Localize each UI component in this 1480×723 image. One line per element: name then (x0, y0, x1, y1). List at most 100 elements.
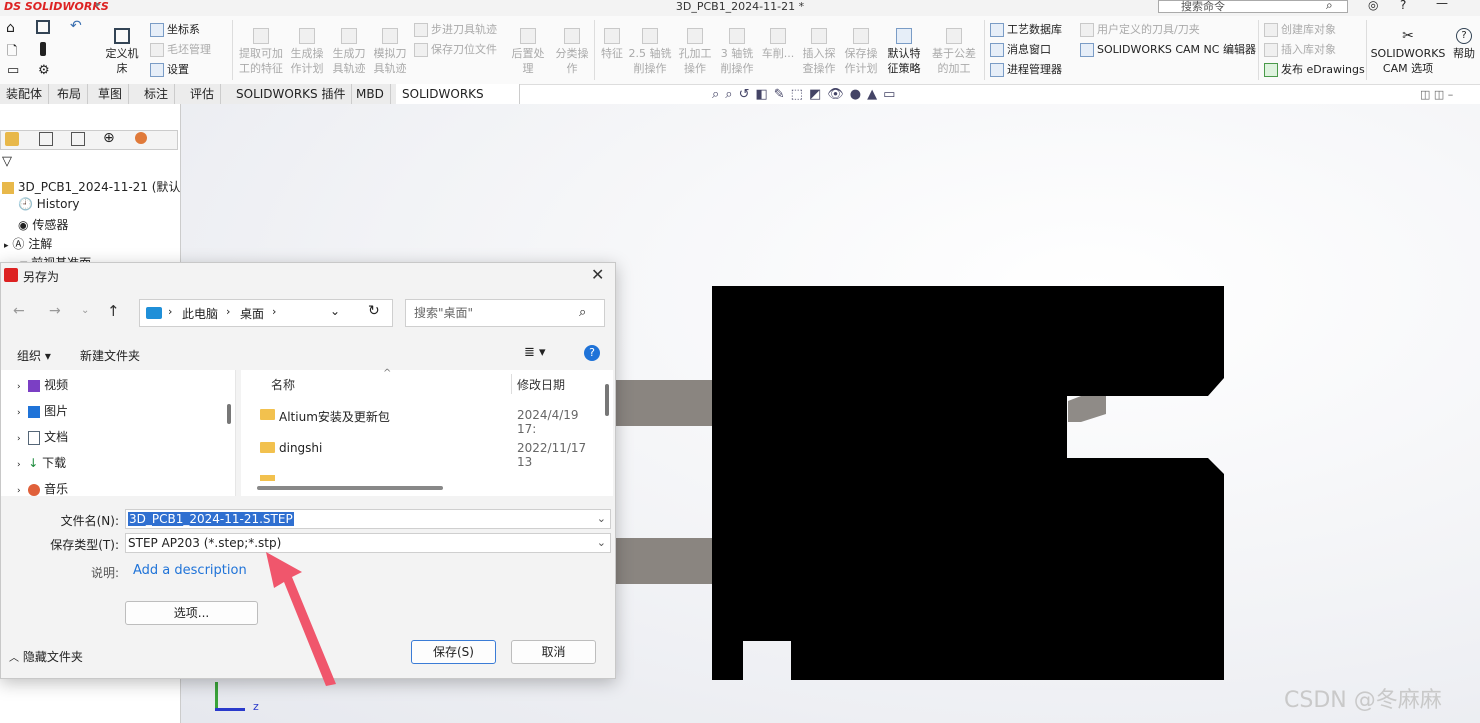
help-icon[interactable]: ? (584, 345, 600, 361)
tree-item-sensors[interactable]: ◉ 传感器 (18, 216, 68, 233)
filetype-dropdown-icon[interactable]: ⌄ (597, 534, 606, 552)
horizontal-scrollbar[interactable] (257, 486, 443, 490)
breadcrumb-this-pc[interactable]: 此电脑 (182, 305, 218, 322)
stock-manager-button[interactable]: 毛坯管理 (150, 42, 211, 57)
tab-evaluate[interactable]: 评估 (184, 84, 222, 104)
select-icon[interactable]: ▭ (7, 63, 19, 78)
add-description-link[interactable]: Add a description (133, 563, 247, 578)
options-button[interactable]: 选项... (125, 601, 258, 625)
filename-dropdown-icon[interactable]: ⌄ (597, 510, 606, 528)
nc-editor-button[interactable]: SOLIDWORKS CAM NC 编辑器 (1080, 42, 1256, 57)
search-command-input[interactable]: 搜索命令 (1158, 0, 1348, 13)
address-dropdown-icon[interactable]: ⌄ (330, 304, 340, 318)
display-style-icon[interactable]: ◩ (809, 87, 827, 102)
feature-manager-icon[interactable] (5, 132, 19, 146)
cancel-button[interactable]: 取消 (511, 640, 596, 664)
filename-input[interactable]: 3D_PCB1_2024-11-21.STEP ⌄ (125, 509, 611, 529)
mill-3axis-button[interactable]: 3 轴铣削操作 (718, 28, 756, 76)
filter-icon[interactable]: ▽ (2, 154, 12, 169)
zoom-area-icon[interactable]: ⌕ (725, 87, 738, 102)
nav-item-videos[interactable]: › 视频 (17, 376, 68, 393)
tab-addins[interactable]: SOLIDWORKS 插件 (230, 84, 353, 104)
save-cl-file-button[interactable]: 保存刀位文件 (414, 42, 497, 57)
nav-item-music[interactable]: › 音乐 (17, 480, 68, 497)
edit-appearance-icon[interactable]: ● (850, 87, 867, 102)
hide-show-icon[interactable]: 👁 (827, 87, 850, 102)
vertical-scrollbar[interactable] (605, 384, 609, 416)
save-icon[interactable] (36, 20, 50, 34)
dynamic-annotation-icon[interactable]: ✎ (774, 87, 791, 102)
nav-item-pictures[interactable]: › 图片 (17, 402, 68, 419)
scene-icon[interactable]: ▲ (867, 87, 883, 102)
previous-view-icon[interactable]: ↺ (739, 87, 756, 102)
minimize-icon[interactable]: — (1436, 0, 1448, 10)
simulate-toolpath-button[interactable]: 模拟刀具轨迹 (371, 28, 409, 76)
technology-database-button[interactable]: 工艺数据库 (990, 22, 1062, 37)
save-button[interactable]: 保存(S) (411, 640, 496, 664)
turning-button[interactable]: 车削... (760, 28, 796, 61)
column-header-name[interactable]: 名称 (271, 376, 295, 393)
tolerance-based-machining-button[interactable]: 基于公差的加工 (930, 28, 978, 76)
traffic-light-icon[interactable] (40, 42, 46, 56)
restore-viewport-icon[interactable]: ◫ ◫ – (1420, 88, 1453, 101)
column-divider[interactable] (511, 374, 512, 394)
view-settings-icon[interactable]: ▭ (883, 87, 901, 102)
nav-item-documents[interactable]: › 文档 (17, 428, 68, 445)
expand-chevron-icon[interactable]: › (17, 408, 21, 418)
message-window-button[interactable]: 消息窗口 (990, 42, 1051, 57)
expand-chevron-icon[interactable]: › (17, 434, 21, 444)
tree-item-annotations[interactable]: ▸ Ⓐ 注解 (4, 235, 52, 252)
tab-markup[interactable]: 标注 (138, 84, 176, 104)
help-icon[interactable]: ? (1400, 0, 1406, 12)
nav-scrollbar[interactable] (227, 404, 231, 424)
nav-item-downloads[interactable]: › ↓ 下载 (17, 454, 66, 471)
tab-assembly[interactable]: 装配体 (0, 84, 50, 104)
filetype-select[interactable]: STEP AP203 (*.step;*.stp) ⌄ (125, 533, 611, 553)
user-defined-tool-button[interactable]: 用户定义的刀具/刀夹 (1080, 22, 1200, 37)
generate-toolpath-button[interactable]: 生成刀具轨迹 (330, 28, 368, 76)
list-item[interactable]: Altium安装及更新包 2024/4/19 17: (257, 406, 601, 436)
home-icon[interactable]: ⌂ (6, 20, 15, 36)
list-item[interactable]: dingshi 2022/11/17 13 (257, 439, 601, 469)
mill-25axis-button[interactable]: 2.5 轴铣削操作 (628, 28, 672, 76)
define-machine-button[interactable]: 定义机床 (104, 28, 140, 76)
publish-edrawings-button[interactable]: 发布 eDrawings (1264, 62, 1365, 77)
tree-root-assembly[interactable]: 3D_PCB1_2024-11-21 (默认 (2, 178, 180, 195)
step-toolpath-button[interactable]: 步进刀具轨迹 (414, 22, 497, 37)
hide-folders-toggle[interactable]: ︿ 隐藏文件夹 (9, 648, 83, 665)
column-header-modified[interactable]: 修改日期 (517, 376, 565, 393)
tab-mbd[interactable]: MBD (350, 84, 391, 104)
expand-chevron-icon[interactable]: ▸ (4, 241, 9, 251)
up-icon[interactable]: ↑ (107, 302, 120, 320)
settings-icon[interactable]: ⚙ (38, 63, 50, 78)
sort-operations-button[interactable]: 分类操作 (554, 28, 590, 76)
setup-button[interactable]: 设置 (150, 62, 189, 77)
new-folder-button[interactable]: 新建文件夹 (80, 347, 140, 364)
dimxpert-icon[interactable]: ⊕ (103, 130, 115, 146)
extract-features-button[interactable]: 提取可加工的特征 (236, 28, 286, 76)
refresh-icon[interactable]: ↻ (368, 303, 380, 319)
expand-chevron-icon[interactable]: › (17, 486, 21, 496)
forward-icon[interactable]: → (49, 303, 61, 319)
back-icon[interactable]: ← (13, 303, 25, 319)
tab-layout[interactable]: 布局 (51, 84, 89, 104)
address-bar[interactable]: › 此电脑 › 桌面 › ⌄ ↻ (139, 299, 393, 327)
features-button[interactable]: 特征 (598, 28, 626, 61)
close-icon[interactable]: ✕ (591, 265, 604, 284)
expand-chevron-icon[interactable]: › (17, 460, 21, 470)
new-document-icon[interactable]: 🗋 (7, 42, 17, 64)
save-operation-plan-button[interactable]: 保存操作计划 (842, 28, 880, 76)
post-process-button[interactable]: 后置处理 (510, 28, 546, 76)
breadcrumb-desktop[interactable]: 桌面 (240, 305, 264, 322)
zoom-to-fit-icon[interactable]: ⌕ (712, 87, 725, 102)
tab-sketch[interactable]: 草图 (92, 84, 130, 104)
dialog-search-input[interactable]: 搜索"桌面" (405, 299, 605, 327)
user-icon[interactable]: ◎ (1368, 0, 1378, 12)
insert-probe-button[interactable]: 插入探查操作 (800, 28, 838, 76)
tab-solidworks-cam[interactable]: SOLIDWORKS CAM (396, 84, 520, 121)
search-icon[interactable]: ⌕ (1326, 0, 1333, 13)
display-manager-icon[interactable] (135, 132, 147, 144)
process-manager-button[interactable]: 进程管理器 (990, 62, 1062, 77)
insert-library-object-button[interactable]: 插入库对象 (1264, 42, 1336, 57)
expand-chevron-icon[interactable]: › (17, 382, 21, 392)
